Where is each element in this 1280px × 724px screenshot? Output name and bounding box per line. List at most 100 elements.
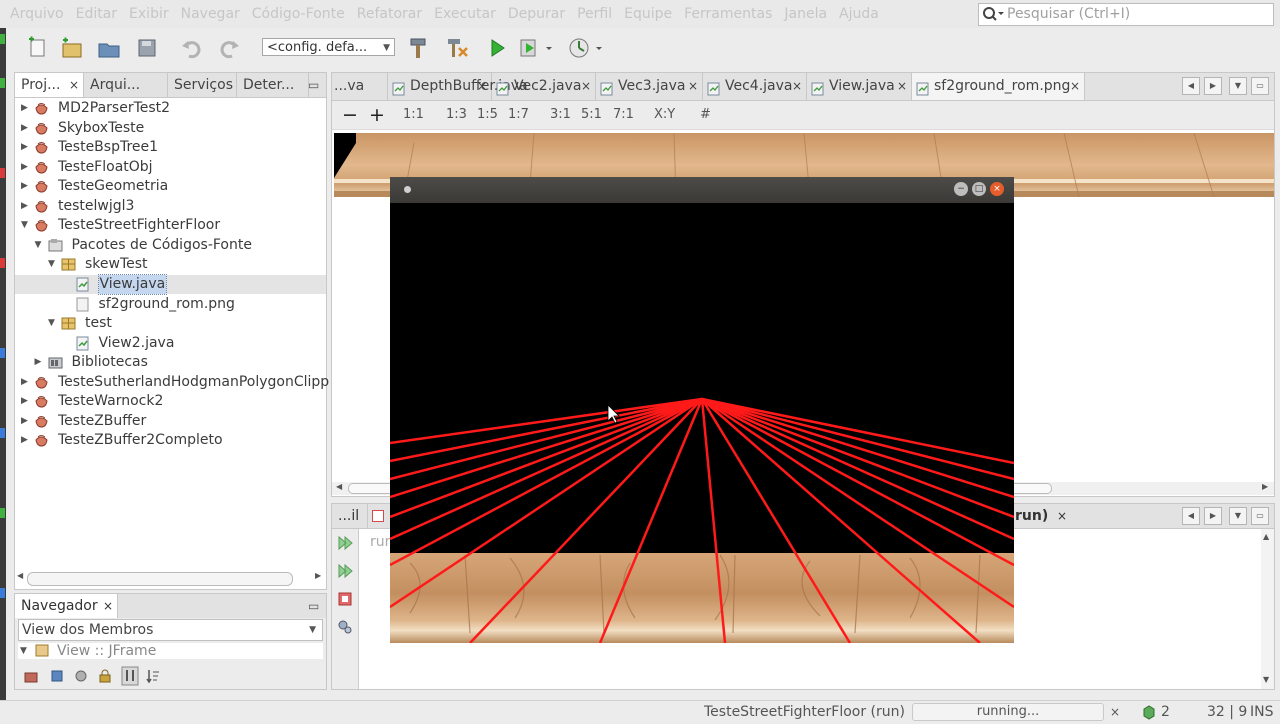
stop-icon[interactable]: [337, 591, 353, 611]
minimize-icon[interactable]: ▭: [1251, 507, 1269, 525]
build-hammer-icon[interactable]: [408, 36, 432, 60]
expand-triangle-icon[interactable]: ▶: [21, 373, 31, 392]
new-project-icon[interactable]: [60, 36, 84, 60]
expand-triangle-icon[interactable]: ▶: [21, 99, 31, 118]
close-icon[interactable]: ×: [688, 73, 698, 100]
app-window-titlebar[interactable]: − □ ×: [390, 177, 1014, 203]
close-icon[interactable]: ×: [1070, 73, 1080, 100]
zoom-button[interactable]: X:Y: [654, 101, 675, 129]
zoom-button[interactable]: +: [369, 101, 385, 129]
close-icon[interactable]: ×: [1057, 504, 1067, 528]
sort-by-source-icon[interactable]: [145, 668, 161, 688]
show-static-icon[interactable]: [73, 668, 89, 688]
zoom-button[interactable]: 1:5: [477, 101, 498, 129]
configuration-select[interactable]: <config. defa... ▼: [262, 38, 395, 56]
editor-tab[interactable]: Vec4.java ×: [703, 73, 807, 100]
tab-files[interactable]: Arqui...: [84, 73, 168, 97]
expand-triangle-icon[interactable]: ▶: [21, 119, 31, 138]
scroll-left-icon[interactable]: ◀: [17, 571, 23, 580]
scroll-up-icon[interactable]: ▲: [1263, 532, 1269, 541]
menu-item[interactable]: Ferramentas: [684, 0, 772, 28]
notifications-icon[interactable]: [1141, 704, 1157, 724]
editor-tab[interactable]: Vec3.java ×: [596, 73, 703, 100]
maximize-window-icon[interactable]: □: [972, 182, 986, 196]
minimize-icon[interactable]: ▭: [308, 594, 319, 618]
show-fields-icon[interactable]: [49, 668, 65, 688]
navigator-view-select[interactable]: View dos Membros ▼: [18, 619, 323, 641]
menu-item[interactable]: Exibir: [129, 0, 169, 28]
stop-icon[interactable]: [372, 510, 384, 522]
cancel-task-icon[interactable]: ×: [1110, 704, 1120, 720]
sort-by-name-icon[interactable]: [121, 666, 139, 690]
settings-icon[interactable]: [337, 619, 353, 639]
tabs-left-icon[interactable]: ◀: [1182, 507, 1200, 525]
profile-icon[interactable]: [568, 36, 602, 60]
tabs-list-icon[interactable]: ▼: [1229, 507, 1247, 525]
zoom-button[interactable]: 5:1: [581, 101, 602, 129]
close-icon[interactable]: ×: [792, 73, 802, 100]
collapse-triangle-icon[interactable]: ▼: [21, 216, 31, 235]
tab-navigator[interactable]: Navegador ×: [15, 594, 118, 618]
zoom-button[interactable]: 3:1: [550, 101, 571, 129]
minimize-icon[interactable]: ▭: [308, 73, 319, 97]
close-icon[interactable]: ×: [581, 73, 591, 100]
tabs-right-icon[interactable]: ▶: [1204, 507, 1222, 525]
expand-triangle-icon[interactable]: ▶: [21, 392, 31, 411]
navigator-member-item[interactable]: ▼ View :: JFrame: [18, 643, 323, 659]
scroll-right-icon[interactable]: ▶: [315, 571, 321, 580]
rerun-with-parameters-icon[interactable]: [337, 563, 353, 583]
expand-triangle-icon[interactable]: ▶: [21, 158, 31, 177]
expand-triangle-icon[interactable]: ▶: [35, 353, 45, 372]
menu-item[interactable]: Janela: [784, 0, 827, 28]
output-vertical-scrollbar[interactable]: ▲ ▼: [1261, 529, 1274, 689]
menu-item[interactable]: Código-Fonte: [252, 0, 345, 28]
close-icon[interactable]: ×: [69, 73, 79, 97]
zoom-button[interactable]: 1:3: [446, 101, 467, 129]
show-inherited-icon[interactable]: [23, 668, 39, 688]
run-icon[interactable]: [485, 36, 509, 60]
menu-item[interactable]: Arquivo: [10, 0, 64, 28]
editor-tab[interactable]: Vec2.java ×: [492, 73, 596, 100]
search-input[interactable]: Pesquisar (Ctrl+I): [978, 3, 1274, 26]
zoom-button[interactable]: 7:1: [613, 101, 634, 129]
menu-item[interactable]: Perfil: [577, 0, 612, 28]
close-window-icon[interactable]: ×: [990, 182, 1004, 196]
zoom-button[interactable]: 1:1: [403, 101, 424, 129]
menu-item[interactable]: Refatorar: [357, 0, 422, 28]
minimize-window-icon[interactable]: −: [954, 182, 968, 196]
zoom-button[interactable]: 1:7: [508, 101, 529, 129]
tab-services[interactable]: Serviços: [168, 73, 237, 97]
collapse-triangle-icon[interactable]: ▼: [48, 314, 58, 333]
close-icon[interactable]: ×: [897, 73, 907, 100]
editor-tab[interactable]: sf2ground_rom.png ×: [912, 73, 1085, 100]
expand-triangle-icon[interactable]: ▶: [21, 177, 31, 196]
tab-projects[interactable]: Proj... ×: [15, 73, 84, 97]
status-running-project[interactable]: TesteStreetFighterFloor (run): [704, 704, 905, 720]
menu-item[interactable]: Executar: [434, 0, 496, 28]
menu-item[interactable]: Navegar: [181, 0, 240, 28]
debug-icon[interactable]: [518, 36, 552, 60]
tabs-list-icon[interactable]: ▼: [1229, 77, 1247, 95]
maximize-icon[interactable]: ▭: [1251, 77, 1269, 95]
editor-tab[interactable]: ...va: [332, 73, 388, 100]
lock-icon[interactable]: [97, 668, 113, 688]
menu-item[interactable]: Editar: [76, 0, 117, 28]
menu-item[interactable]: Equipe: [624, 0, 672, 28]
close-icon[interactable]: ×: [103, 594, 113, 618]
menu-item[interactable]: Depurar: [508, 0, 565, 28]
tabs-left-icon[interactable]: ◀: [1182, 77, 1200, 95]
editor-tab[interactable]: DepthBuffer.java ×: [388, 73, 528, 100]
rerun-icon[interactable]: [337, 535, 353, 555]
expand-triangle-icon[interactable]: ▼: [20, 643, 27, 659]
scroll-down-icon[interactable]: ▼: [1263, 675, 1269, 684]
horizontal-scrollbar[interactable]: [27, 572, 293, 586]
app-window[interactable]: − □ ×: [390, 177, 1014, 643]
tabs-right-icon[interactable]: ▶: [1204, 77, 1222, 95]
close-icon[interactable]: ×: [477, 73, 487, 100]
expand-triangle-icon[interactable]: ▶: [21, 412, 31, 431]
tab-output-previous[interactable]: ...il: [332, 504, 368, 528]
render-canvas[interactable]: [390, 203, 1014, 643]
expand-triangle-icon[interactable]: ▶: [21, 138, 31, 157]
collapse-triangle-icon[interactable]: ▼: [48, 255, 58, 274]
menu-item[interactable]: Ajuda: [839, 0, 879, 28]
